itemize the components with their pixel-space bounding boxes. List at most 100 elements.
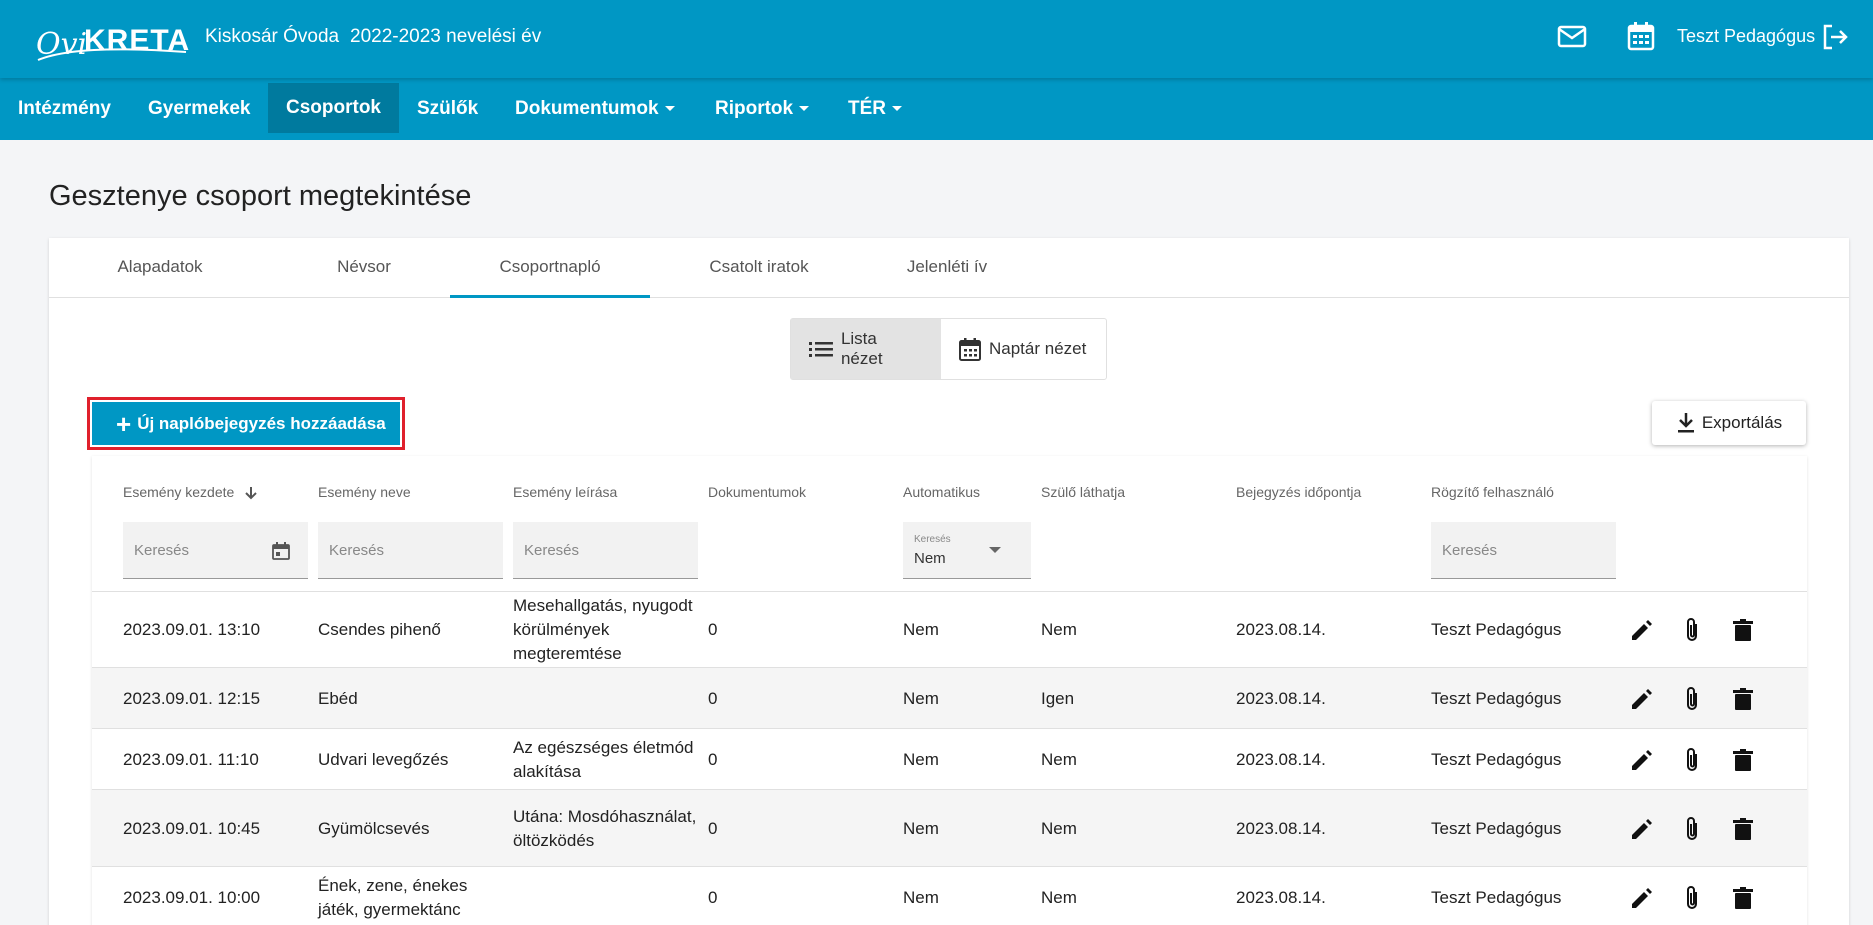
attach-icon[interactable] [1679, 815, 1707, 843]
delete-icon[interactable] [1729, 815, 1757, 843]
cell-start: 2023.09.01. 10:00 [123, 887, 261, 907]
tab-csoportnaplo[interactable]: Csoportnapló [450, 238, 650, 298]
delete-icon[interactable] [1729, 685, 1757, 713]
calendar-icon[interactable] [272, 542, 290, 560]
nav-item-ter[interactable]: TÉR [830, 78, 920, 140]
view-toggle: Lista nézet Naptár nézet [790, 318, 1107, 380]
cell-auto: Nem [903, 620, 939, 639]
cell-entry: 2023.08.14. [1236, 620, 1326, 639]
nav-item-riportok[interactable]: Riportok [697, 78, 827, 140]
column-header-name[interactable]: Esemény neve [318, 484, 411, 500]
export-label: Exportálás [1701, 413, 1783, 432]
desc-filter[interactable]: Keresés [513, 522, 698, 579]
attach-icon[interactable] [1679, 685, 1707, 713]
cell-entry: 2023.08.14. [1236, 688, 1326, 708]
cell-name: Gyümölcsevés [318, 818, 430, 838]
cell-parent: Nem [1041, 620, 1077, 639]
svg-text:Ovi: Ovi [36, 27, 87, 62]
delete-icon[interactable] [1729, 746, 1757, 774]
tab-jelenleti-iv[interactable]: Jelenléti ív [897, 238, 997, 298]
column-header-start[interactable]: Esemény kezdete [123, 484, 258, 500]
nav-item-gyermekek[interactable]: Gyermekek [130, 78, 268, 140]
list-icon [809, 342, 833, 357]
add-button-label: Új naplóbejegyzés hozzáadása [137, 413, 386, 433]
cell-user: Teszt Pedagógus [1431, 688, 1562, 708]
auto-filter-select[interactable]: Keresés Nem [903, 522, 1031, 579]
page-title: Gesztenye csoport megtekintése [49, 180, 472, 212]
column-header-desc[interactable]: Esemény leírása [513, 484, 617, 500]
top-bar: Ovi KRETA Kiskosár Óvoda 2022-2023 nevel… [0, 0, 1873, 78]
cell-parent: Nem [1041, 887, 1077, 907]
start-date-filter[interactable]: Keresés [123, 522, 308, 579]
tab-alapadatok[interactable]: Alapadatok [105, 238, 215, 298]
cell-parent: Nem [1041, 749, 1077, 769]
cell-docs: 0 [708, 887, 718, 907]
school-name: Kiskosár Óvoda [205, 26, 340, 47]
edit-icon[interactable] [1628, 884, 1656, 912]
download-icon [1677, 413, 1694, 433]
cell-name: Ének, zene, énekes játék, gyermektánc [318, 875, 468, 919]
nav-item-szulok[interactable]: Szülők [399, 78, 496, 140]
select-label: Keresés [914, 534, 951, 545]
cell-name: Udvari levegőzés [318, 749, 449, 769]
attach-icon[interactable] [1679, 884, 1707, 912]
table-row: 2023.09.01. 13:10 Csendes pihenő Mesehallg… [92, 591, 1807, 667]
delete-icon[interactable] [1729, 884, 1757, 912]
column-header-entry[interactable]: Bejegyzés időpontja [1236, 484, 1361, 500]
tab-nevsor[interactable]: Névsor [314, 238, 414, 298]
name-filter[interactable]: Keresés [318, 522, 503, 579]
edit-icon[interactable] [1628, 746, 1656, 774]
sort-down-icon[interactable] [244, 486, 258, 500]
column-header-user[interactable]: Rögzítő felhasználó [1431, 484, 1554, 500]
cell-desc: Az egészséges életmód alakítása [513, 737, 694, 781]
mail-icon[interactable] [1556, 20, 1588, 52]
cell-start: 2023.09.01. 13:10 [123, 620, 261, 639]
column-header-docs[interactable]: Dokumentumok [708, 484, 806, 500]
edit-icon[interactable] [1628, 685, 1656, 713]
caret-down-icon [664, 106, 675, 112]
cell-name: Csendes pihenő [318, 620, 441, 639]
edit-icon[interactable] [1628, 616, 1656, 644]
calendar-icon[interactable] [1625, 20, 1657, 52]
filter-placeholder: Keresés [1442, 541, 1498, 559]
cell-user: Teszt Pedagógus [1431, 620, 1562, 639]
nav-item-csoportok[interactable]: Csoportok [268, 83, 399, 133]
caret-down-icon [799, 106, 810, 112]
tab-csatolt-iratok[interactable]: Csatolt iratok [689, 238, 829, 298]
user-name[interactable]: Teszt Pedagógus [1677, 26, 1815, 47]
journal-table: Esemény kezdete Esemény neve Esemény leí… [92, 456, 1807, 925]
cell-user: Teszt Pedagógus [1431, 749, 1562, 769]
nav-item-intezmeny[interactable]: Intézmény [0, 78, 129, 140]
nav-item-dokumentumok[interactable]: Dokumentumok [497, 78, 693, 140]
cell-docs: 0 [708, 620, 718, 639]
add-journal-entry-button[interactable]: + Új naplóbejegyzés hozzáadása [92, 402, 400, 445]
list-view-button[interactable]: Lista nézet [791, 319, 941, 379]
cell-user: Teszt Pedagógus [1431, 887, 1562, 907]
table-row: 2023.09.01. 10:45 Gyümölcsevés Utána: Mosd… [92, 789, 1807, 866]
calendar-view-button[interactable]: Naptár nézet [941, 319, 1104, 379]
calendar-icon [959, 338, 981, 361]
cell-entry: 2023.08.14. [1236, 887, 1326, 907]
cell-docs: 0 [708, 688, 718, 708]
user-filter[interactable]: Keresés [1431, 522, 1616, 579]
logout-icon[interactable] [1820, 22, 1850, 52]
column-header-parent[interactable]: Szülő láthatja [1041, 484, 1125, 500]
delete-icon[interactable] [1729, 616, 1757, 644]
cell-desc: Utána: Mosdóhasználat, öltözködés [513, 806, 697, 850]
cell-parent: Nem [1041, 818, 1077, 838]
attach-icon[interactable] [1679, 746, 1707, 774]
plus-icon: + [116, 408, 132, 439]
ovikreta-logo[interactable]: Ovi KRETA [36, 14, 191, 64]
caret-down-icon [892, 106, 902, 112]
attach-icon[interactable] [1679, 616, 1707, 644]
cell-start: 2023.09.01. 11:10 [123, 749, 259, 769]
nav-item-label: Riportok [715, 98, 794, 119]
column-header-auto[interactable]: Automatikus [903, 484, 980, 500]
nav-item-label: Csoportok [286, 97, 381, 118]
export-button[interactable]: Exportálás [1652, 401, 1806, 445]
cell-parent: Igen [1041, 688, 1075, 708]
cell-auto: Nem [903, 749, 939, 769]
cell-name: Ebéd [318, 688, 358, 708]
nav-item-label: Dokumentumok [515, 98, 659, 119]
edit-icon[interactable] [1628, 815, 1656, 843]
